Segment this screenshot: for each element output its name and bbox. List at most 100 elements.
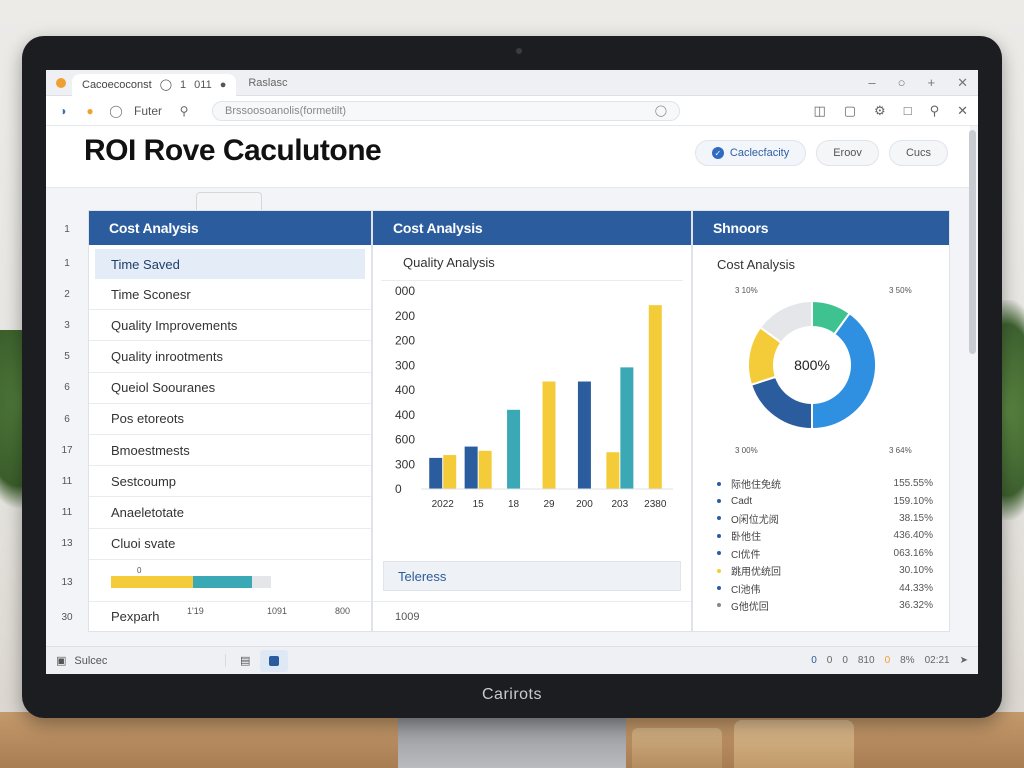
extensions-icon[interactable]: ◫ bbox=[813, 103, 825, 119]
scrollbar[interactable] bbox=[969, 130, 976, 354]
list-item[interactable]: Cl优件 063.16% bbox=[717, 545, 933, 562]
table-row[interactable]: Anaeletotate bbox=[89, 497, 371, 529]
bookmarks-icon[interactable]: ▢ bbox=[844, 103, 856, 119]
y-tick-label: 000 bbox=[395, 284, 415, 298]
search-icon[interactable]: ⚲ bbox=[930, 103, 940, 119]
bar[interactable] bbox=[464, 446, 478, 489]
refresh-icon[interactable]: ◯ bbox=[108, 104, 124, 118]
address-text: Brssoosoanolis(formetilt) bbox=[225, 104, 347, 117]
table-row[interactable]: Bmoestmests bbox=[89, 435, 371, 467]
legend-dot-icon bbox=[717, 551, 721, 556]
capacity-button-label: Caclecfacity bbox=[729, 147, 790, 159]
list-item[interactable]: Cadt 159.10% bbox=[717, 492, 933, 509]
cucs-button[interactable]: Cucs bbox=[888, 140, 948, 166]
capacity-button[interactable]: ✓ Caclecfacity bbox=[694, 140, 807, 166]
error-button[interactable]: Eroov bbox=[816, 140, 879, 166]
bar[interactable] bbox=[620, 367, 634, 489]
tray-icon[interactable]: 0 bbox=[885, 655, 891, 666]
list-item[interactable]: 跳用优统回 30.10% bbox=[717, 562, 933, 579]
settings-icon[interactable]: ⚙ bbox=[874, 103, 886, 119]
row-number: 11 bbox=[61, 476, 73, 487]
table-row[interactable]: Time Sconesr bbox=[89, 279, 371, 311]
send-icon[interactable]: ➤ bbox=[960, 655, 968, 666]
bar[interactable] bbox=[443, 455, 457, 489]
row-number: 17 bbox=[61, 445, 73, 456]
document-icon[interactable]: ▤ bbox=[240, 654, 250, 667]
plant-pot bbox=[632, 728, 722, 768]
list-item[interactable]: O闲位尤阅 38.15% bbox=[717, 510, 933, 527]
browser-tab[interactable]: Cacoecoconst ◯ 1 011 ● bbox=[72, 73, 237, 96]
camera-icon bbox=[516, 48, 522, 54]
list-item-label: O闲位尤阅 bbox=[731, 514, 779, 526]
list-item-label: 际他住免统 bbox=[731, 480, 781, 492]
table-row[interactable]: Cluoi svate bbox=[89, 529, 371, 560]
tray-icon[interactable]: 0 bbox=[811, 655, 817, 666]
active-app-icon[interactable] bbox=[260, 649, 289, 672]
screen: Cacoecoconst ◯ 1 011 ● Raslasc – ○ + ✕ ◗… bbox=[46, 70, 978, 674]
restore-icon[interactable]: ○ bbox=[898, 75, 906, 91]
tray-icon[interactable]: 0 bbox=[827, 655, 833, 666]
bar[interactable] bbox=[507, 409, 521, 489]
table-row[interactable]: Time Saved bbox=[95, 249, 365, 279]
bar[interactable] bbox=[606, 452, 620, 489]
footer-value: 1091 bbox=[267, 606, 288, 616]
minimize-icon[interactable]: – bbox=[868, 75, 875, 91]
system-tray: 0 0 0 810 0 8% 02:21 ➤ bbox=[811, 655, 968, 666]
row-number: 30 bbox=[61, 612, 73, 623]
list-item[interactable]: G他优回 36.32% bbox=[717, 597, 933, 614]
legend-dot-icon bbox=[717, 603, 721, 608]
close-tab-icon[interactable]: ● bbox=[220, 79, 227, 91]
panel-header: Shnoors bbox=[693, 211, 949, 245]
star-icon[interactable]: ● bbox=[82, 104, 98, 118]
y-tick-label: 200 bbox=[395, 334, 415, 348]
slice-label: 3 50% bbox=[889, 286, 912, 295]
slice-label: 3 00% bbox=[735, 446, 758, 455]
row-number: 3 bbox=[64, 320, 70, 331]
search-icon[interactable]: ⚲ bbox=[176, 104, 192, 118]
quality-analysis-panel: Cost Analysis Quality Analysis 000 200 200… bbox=[372, 210, 692, 632]
bar[interactable] bbox=[429, 457, 443, 489]
table-row[interactable]: Queiol Soouranes bbox=[89, 373, 371, 404]
close-icon[interactable]: ✕ bbox=[957, 103, 968, 119]
page-title: ROI Rove Caculutone bbox=[84, 134, 382, 167]
status-search[interactable]: ▣ Sulcec bbox=[56, 654, 226, 667]
tab-extra[interactable]: Raslasc bbox=[248, 77, 287, 89]
row-number: 5 bbox=[64, 351, 70, 362]
slice-label: 3 10% bbox=[735, 286, 758, 295]
progress-bar bbox=[111, 575, 271, 588]
list-item[interactable]: 际他住免统 155.55% bbox=[717, 475, 933, 492]
row-number: 13 bbox=[61, 577, 73, 588]
list-item[interactable]: Cl池伟 44.33% bbox=[717, 579, 933, 596]
bar[interactable] bbox=[478, 450, 492, 489]
chart-title: Quality Analysis bbox=[381, 245, 683, 281]
progress-segment-yellow bbox=[111, 575, 193, 588]
table-row[interactable]: Sestcoump bbox=[89, 466, 371, 498]
sheet-tab[interactable] bbox=[196, 192, 262, 210]
address-input[interactable]: Brssoosoanolis(formetilt) ◯ bbox=[212, 100, 681, 121]
maximize-icon[interactable]: + bbox=[928, 75, 936, 91]
panel-header: Cost Analysis bbox=[89, 211, 371, 245]
tab-counter-secondary: 011 bbox=[194, 78, 212, 91]
bar[interactable] bbox=[577, 381, 591, 489]
cost-analysis-table: Cost Analysis Time Saved Time Sconesr Qu… bbox=[88, 210, 372, 632]
bar[interactable] bbox=[648, 305, 662, 489]
filter-label[interactable]: Futer bbox=[134, 104, 162, 118]
info-icon[interactable]: ◯ bbox=[655, 104, 667, 117]
chart-footer: 1009 bbox=[373, 601, 691, 631]
legend-dot-icon bbox=[717, 516, 721, 521]
list-item-label: 跳用优统回 bbox=[731, 567, 781, 579]
donut-slice[interactable] bbox=[749, 375, 813, 431]
tray-icon[interactable]: 0 bbox=[842, 655, 848, 666]
close-window-icon[interactable]: ✕ bbox=[957, 75, 968, 91]
footer-value: 800 bbox=[335, 606, 351, 616]
table-row[interactable]: Quality Improvements bbox=[89, 310, 371, 342]
table-row[interactable]: Quality inrootments bbox=[89, 341, 371, 373]
bar[interactable] bbox=[542, 381, 556, 489]
back-icon[interactable]: ◗ bbox=[56, 104, 72, 118]
table-row[interactable]: Pos etoreots bbox=[89, 404, 371, 435]
chart-legend[interactable]: Teleress bbox=[383, 561, 681, 591]
share-icon[interactable]: □ bbox=[904, 103, 912, 119]
list-item-label: Cl优件 bbox=[731, 549, 761, 561]
list-item[interactable]: 卧他住 436.40% bbox=[717, 527, 933, 544]
y-tick-label: 300 bbox=[395, 358, 415, 372]
